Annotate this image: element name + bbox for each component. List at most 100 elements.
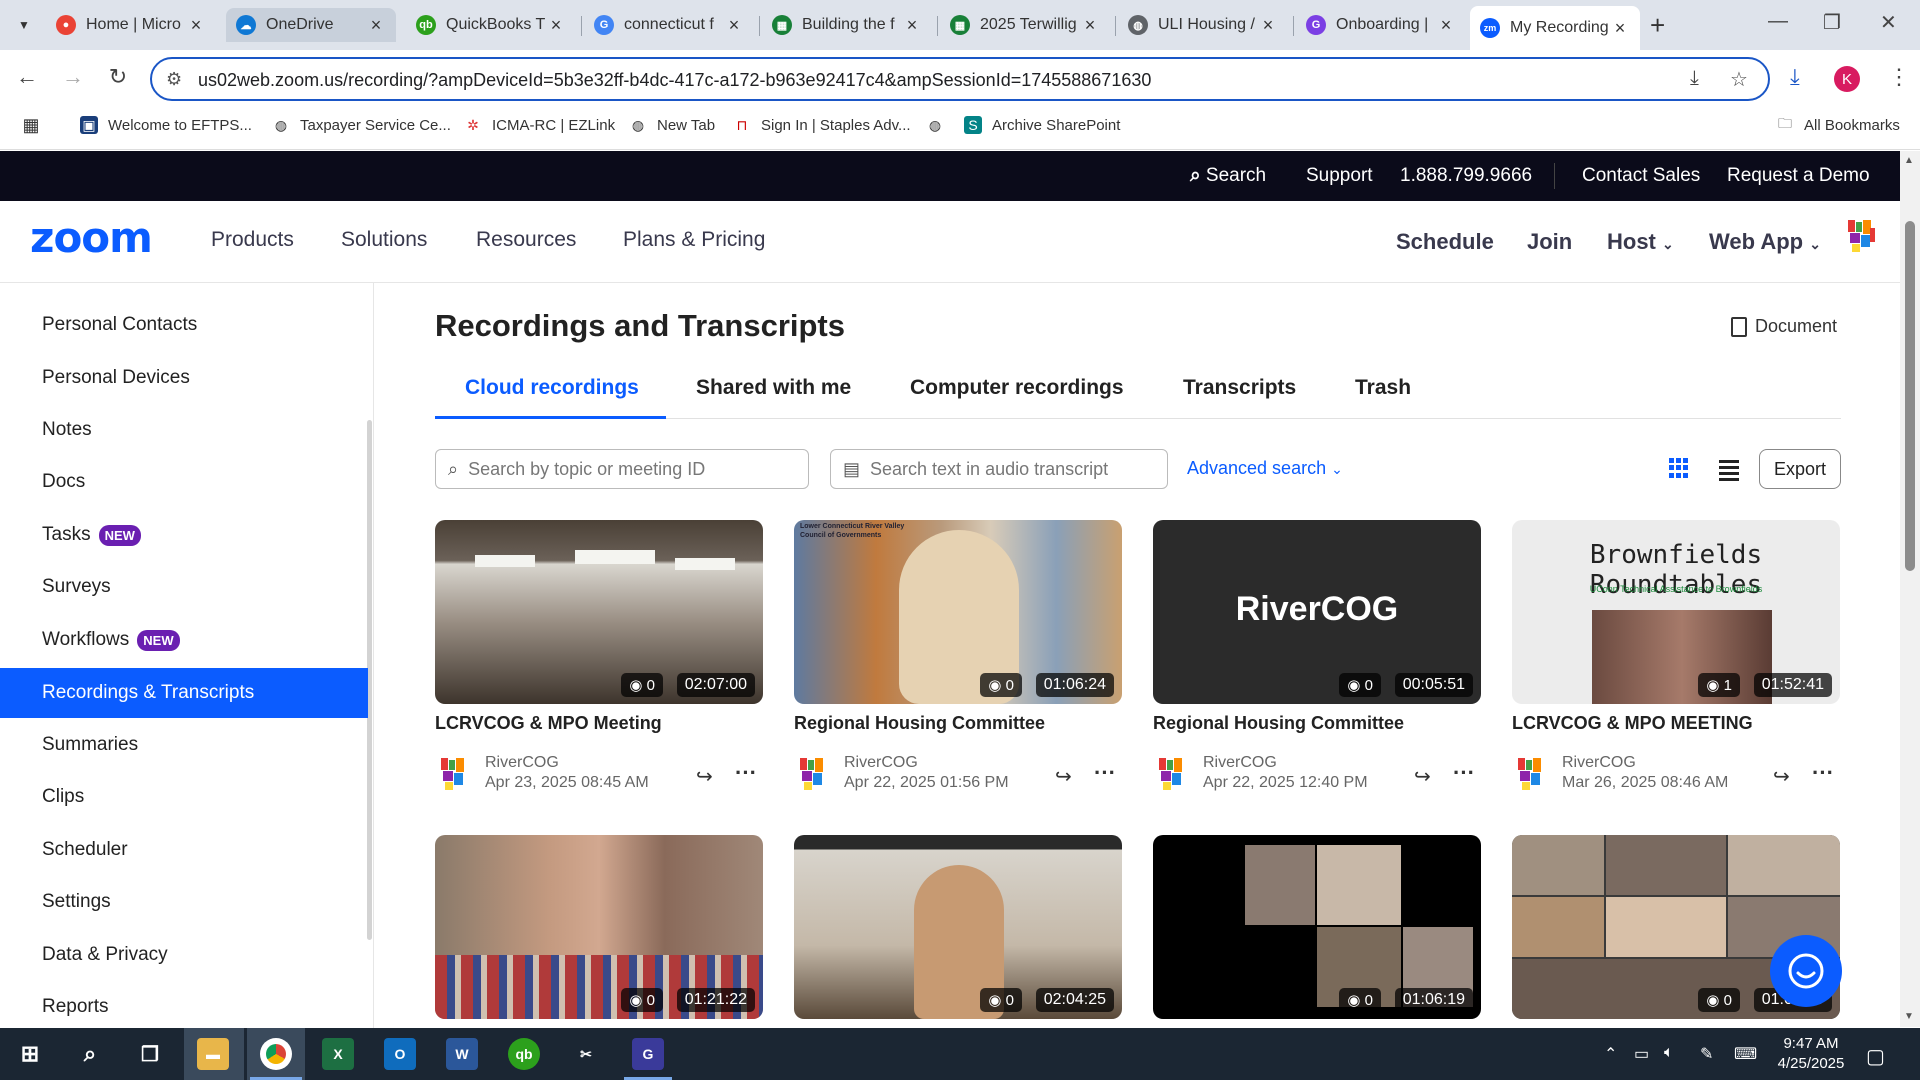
browser-tab[interactable]: ◍ ULI Housing / × [1118, 8, 1288, 42]
restore-icon[interactable]: ❐ [1823, 10, 1841, 35]
task-view-icon[interactable]: ❒ [134, 1038, 166, 1070]
sidebar-item-workflows[interactable]: Workflows NEW [0, 615, 368, 665]
scroll-up-icon[interactable]: ▲ [1904, 155, 1914, 166]
list-view-icon[interactable] [1719, 460, 1739, 484]
share-icon[interactable]: ↪ [1773, 764, 1790, 789]
apps-grid-icon[interactable]: ▦ [22, 115, 50, 135]
back-icon[interactable]: ← [12, 64, 42, 90]
recording-title[interactable]: LCRVCOG & MPO Meeting [435, 713, 662, 734]
browser-tab[interactable]: ● Home | Micro × [46, 8, 216, 42]
quickbooks-icon[interactable]: qb [508, 1038, 540, 1070]
zoom-logo[interactable]: zoom [30, 213, 153, 262]
nav-web-app[interactable]: Web App ⌄ [1709, 229, 1821, 255]
snipping-tool-icon[interactable]: ✂ [570, 1038, 602, 1070]
recording-thumbnail[interactable]: RiverCOG ◉ 0 00:05:51 [1153, 520, 1481, 704]
word-icon[interactable]: W [446, 1038, 478, 1070]
bookmark-star-icon[interactable]: ☆ [1730, 67, 1748, 92]
topbar-support-link[interactable]: Support [1306, 165, 1373, 187]
nav-schedule[interactable]: Schedule [1396, 229, 1494, 255]
tab-close-icon[interactable]: × [1610, 18, 1630, 39]
sidebar-item-surveys[interactable]: Surveys [0, 562, 368, 612]
windows-start-icon[interactable]: ⊞ [14, 1038, 46, 1070]
minimize-icon[interactable]: — [1768, 10, 1788, 33]
sidebar-item-personal-devices[interactable]: Personal Devices [0, 353, 368, 403]
topbar-phone[interactable]: 1.888.799.9666 [1400, 165, 1532, 187]
tray-chevron-up-icon[interactable]: ⌃ [1604, 1044, 1617, 1064]
network-icon[interactable]: ▭ [1634, 1044, 1649, 1064]
sidebar-item-settings[interactable]: Settings [0, 877, 368, 927]
nav-resources[interactable]: Resources [476, 228, 576, 252]
profile-avatar[interactable]: K [1834, 66, 1860, 92]
all-bookmarks[interactable]: 🗀 All Bookmarks [1776, 115, 1900, 134]
bookmark-item[interactable]: ◍ [926, 116, 954, 134]
browser-tab[interactable]: ▦ Building the f × [762, 8, 932, 42]
bookmark-item[interactable]: ◍ New Tab [629, 116, 715, 134]
notifications-icon[interactable]: ▢ [1866, 1044, 1885, 1069]
tab-trash[interactable]: Trash [1355, 376, 1411, 400]
recording-thumbnail[interactable]: Brownfields Roundtables UConn Technical … [1512, 520, 1840, 704]
recording-thumbnail[interactable]: Lower Connecticut River Valley Council o… [794, 520, 1122, 704]
share-icon[interactable]: ↪ [1414, 764, 1431, 789]
tab-close-icon[interactable]: × [1258, 15, 1278, 36]
onboarding-app-icon[interactable]: G [632, 1038, 664, 1070]
downloads-icon[interactable]: ⤓ [1790, 64, 1800, 90]
tab-cloud-recordings[interactable]: Cloud recordings [465, 376, 639, 400]
tab-close-icon[interactable]: × [902, 15, 922, 36]
more-options-icon[interactable]: ··· [1812, 760, 1834, 786]
advanced-search-toggle[interactable]: Advanced search ⌄ [1187, 458, 1343, 479]
sidebar-item-docs[interactable]: Docs [0, 457, 368, 507]
tab-computer-recordings[interactable]: Computer recordings [910, 376, 1124, 400]
page-scrollbar[interactable]: ▲ ▼ [1900, 151, 1920, 1027]
sidebar-item-summaries[interactable]: Summaries [0, 720, 368, 770]
file-explorer-icon[interactable]: ▬ [197, 1038, 229, 1070]
close-window-icon[interactable]: ✕ [1880, 10, 1897, 35]
tab-close-icon[interactable]: × [186, 15, 206, 36]
recording-thumbnail[interactable]: ◉ 0 02:04:25 [794, 835, 1122, 1019]
chrome-icon[interactable] [260, 1038, 292, 1070]
share-icon[interactable]: ↪ [1055, 764, 1072, 789]
browser-tab[interactable]: G connecticut f × [584, 8, 754, 42]
nav-products[interactable]: Products [211, 228, 294, 252]
document-link[interactable]: Document [1731, 316, 1837, 337]
taskbar-clock[interactable]: 9:47 AM 4/25/2025 [1776, 1034, 1846, 1074]
account-avatar[interactable] [1846, 218, 1876, 254]
tab-close-icon[interactable]: × [366, 15, 386, 36]
bookmark-item[interactable]: ▣ Welcome to EFTPS... [80, 116, 252, 134]
tab-close-icon[interactable]: × [724, 15, 744, 36]
sidebar-item-scheduler[interactable]: Scheduler [0, 825, 368, 875]
search-icon[interactable]: ⌕ [74, 1038, 106, 1070]
tab-transcripts[interactable]: Transcripts [1183, 376, 1296, 400]
tab-close-icon[interactable]: × [1080, 15, 1100, 36]
forward-icon[interactable]: → [58, 64, 88, 90]
new-tab-icon[interactable]: + [1650, 10, 1665, 41]
recording-thumbnail[interactable]: ◉ 0 01:21:22 [435, 835, 763, 1019]
volume-icon[interactable]: 🔈︎ [1664, 1044, 1674, 1062]
recording-thumbnail[interactable]: ◉ 0 01:06:19 [1153, 835, 1481, 1019]
reload-icon[interactable]: ↻ [103, 64, 133, 90]
recording-title[interactable]: Regional Housing Committee [794, 713, 1045, 734]
tab-shared-with-me[interactable]: Shared with me [696, 376, 851, 400]
bookmark-item[interactable]: ⊓ Sign In | Staples Adv... [733, 116, 911, 134]
scrollbar-thumb[interactable] [1905, 221, 1915, 571]
nav-host[interactable]: Host ⌄ [1607, 229, 1674, 255]
recording-card[interactable]: ◉ 0 01:21:22 [435, 835, 763, 1019]
browser-tab[interactable]: G Onboarding | × [1296, 8, 1466, 42]
browser-tab[interactable]: ▦ 2025 Terwillig × [940, 8, 1110, 42]
support-chat-button[interactable] [1770, 935, 1842, 1007]
sidebar-item-notes[interactable]: Notes [0, 405, 368, 455]
browser-tab[interactable]: ☁ OneDrive × [226, 8, 396, 42]
recording-card[interactable]: ◉ 0 02:04:25 [794, 835, 1122, 1019]
recording-card[interactable]: ◉ 0 01:06:19 [1153, 835, 1481, 1019]
browser-tab[interactable]: qb QuickBooks T × [406, 8, 576, 42]
transcript-search-input[interactable]: ▤ Search text in audio transcript [830, 449, 1168, 489]
browser-menu-icon[interactable]: ⋮ [1888, 64, 1910, 90]
sidebar-item-reports[interactable]: Reports [0, 982, 368, 1032]
outlook-icon[interactable]: O [384, 1038, 416, 1070]
sidebar-item-tasks[interactable]: Tasks NEW [0, 510, 368, 560]
sidebar-item-recordings-transcripts[interactable]: Recordings & Transcripts [0, 668, 368, 718]
install-icon[interactable]: ⤓ [1690, 67, 1699, 90]
more-options-icon[interactable]: ··· [735, 760, 757, 786]
bookmark-item[interactable]: ◍ Taxpayer Service Ce... [272, 116, 451, 134]
nav-plans-pricing[interactable]: Plans & Pricing [623, 228, 765, 252]
more-options-icon[interactable]: ··· [1453, 760, 1475, 786]
